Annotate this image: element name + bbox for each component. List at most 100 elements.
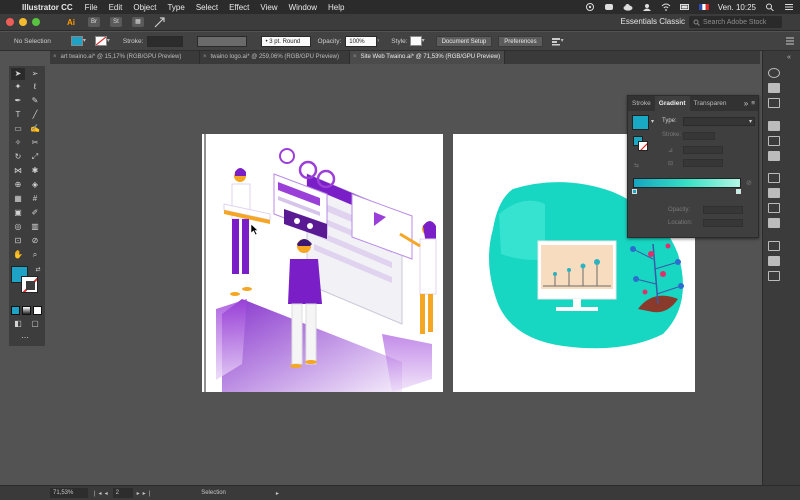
curvature-tool-icon[interactable]: ✎ [28,95,42,107]
artboard-1[interactable] [202,134,443,392]
swap-fill-stroke-icon[interactable]: ⇄ [31,264,45,276]
menu-select[interactable]: Select [196,3,218,12]
close-tab-icon[interactable]: × [353,51,357,64]
stroke-panel-icon[interactable] [768,121,780,131]
minimize-window-button[interactable] [19,18,27,26]
reverse-gradient-icon[interactable]: ⇆ [634,162,639,169]
spotlight-icon[interactable] [765,3,775,11]
collapse-dock-icon[interactable]: « [787,54,791,61]
tab-transparency[interactable]: Transparen [690,96,731,111]
menu-effect[interactable]: Effect [229,3,249,12]
perspective-grid-tool-icon[interactable]: ▦ [11,193,25,205]
app-menu[interactable]: Illustrator CC [22,3,73,12]
symbols-icon[interactable] [768,203,780,213]
french-flag-icon[interactable] [698,3,709,11]
rectangle-tool-icon[interactable]: ▭ [11,123,25,135]
edit-toolbar-icon[interactable]: ⋯ [18,332,32,344]
maximize-window-button[interactable] [32,18,40,26]
chevron-down-icon[interactable]: ▾ [651,118,654,125]
arrange-icon[interactable] [551,37,561,46]
stroke-gradient-options[interactable] [683,132,715,140]
gradient-stop-start[interactable] [632,189,637,194]
stroke-color-swatch[interactable] [94,36,107,46]
angle-field[interactable] [683,146,723,154]
gradient-stop-end[interactable] [736,189,741,194]
tab-gradient[interactable]: Gradient [654,96,690,111]
appearance-panel-icon[interactable] [768,173,780,183]
fill-color-swatch[interactable] [70,36,83,46]
line-segment-tool-icon[interactable]: ╱ [28,109,42,121]
wifi-icon[interactable] [661,3,671,11]
stroke-weight-field[interactable] [147,35,184,47]
artboards-panel-icon[interactable] [768,256,780,266]
menu-window[interactable]: Window [289,3,317,12]
selection-tool-icon[interactable]: ➤ [11,68,25,80]
bridge-button[interactable]: Br [88,17,100,27]
tab-art-twaino[interactable]: × art twaino.ai* @ 15,17% (RGB/GPU Previe… [50,51,200,64]
zoom-tool-icon[interactable]: ⌕ [28,249,42,261]
slice-tool-icon[interactable]: ⊘ [28,235,42,247]
gradient-preview-swatch[interactable] [632,115,649,130]
brush-definition-field[interactable]: • 3 pt. Round [261,35,312,47]
clock[interactable]: Ven. 10:25 [718,3,756,12]
magic-wand-tool-icon[interactable]: ✦ [11,81,25,93]
graphic-style-swatch[interactable] [409,36,422,46]
stock-button[interactable]: St [110,17,122,27]
cloud-icon[interactable] [623,3,633,11]
align-panel-icon[interactable] [768,271,780,281]
gradient-opacity-field[interactable] [703,206,743,214]
battery-icon[interactable] [679,3,690,11]
blend-tool-icon[interactable]: ◎ [11,221,25,233]
gradient-panel-icon[interactable] [768,136,780,146]
scale-tool-icon[interactable]: ⤢ [28,151,42,163]
menu-edit[interactable]: Edit [109,3,123,12]
none-mode-button[interactable] [33,306,42,315]
variable-width-profile-field[interactable] [197,35,248,47]
puppet-warp-tool-icon[interactable]: ✱ [28,165,42,177]
first-artboard-icon[interactable]: |◂◂ [94,490,111,497]
eyedropper-tool-icon[interactable]: ✐ [28,207,42,219]
graphic-styles-icon[interactable] [768,188,780,198]
artboard-number-field[interactable]: 2 [112,488,133,498]
chevron-down-icon[interactable]: ▾ [561,36,569,46]
gradient-type-select[interactable]: ▾ [683,117,755,126]
document-setup-button[interactable]: Document Setup [435,35,493,47]
shaper-tool-icon[interactable]: ✧ [11,137,25,149]
eraser-tool-icon[interactable]: ✂ [28,137,42,149]
panel-menu-icon[interactable] [786,37,794,45]
chevron-down-icon[interactable]: ▾ [422,36,430,46]
chevron-right-icon[interactable]: › [377,36,385,46]
panel-menu-icon[interactable]: ≡ [751,100,758,107]
layers-panel-icon[interactable] [768,241,780,251]
panel-expand-icon[interactable]: » [744,99,751,108]
menu-object[interactable]: Object [133,3,156,12]
delete-stop-icon[interactable]: ⊘ [746,179,752,187]
graph-tool-icon[interactable]: ▥ [28,221,42,233]
zoom-level-field[interactable]: 71,53% [50,488,88,498]
notification-center-icon[interactable] [784,3,794,11]
chevron-down-icon[interactable]: ▾ [83,36,91,46]
gradient-slider[interactable] [633,178,741,188]
tab-stroke[interactable]: Stroke [628,96,655,111]
gpu-performance-icon[interactable] [154,16,165,28]
angle-icon[interactable]: ⊿ [668,147,673,154]
color-guide-icon[interactable] [768,83,780,93]
gradient-mode-button[interactable] [22,306,31,315]
menu-help[interactable]: Help [328,3,344,12]
lasso-tool-icon[interactable]: ℓ [28,81,42,93]
user-icon[interactable] [642,3,652,11]
tag-icon[interactable] [604,3,614,11]
change-screen-mode-icon[interactable]: ▢ [28,318,42,330]
opacity-field[interactable]: 100% [345,35,378,47]
paintbrush-tool-icon[interactable]: ✍ [28,123,42,135]
color-mode-button[interactable] [11,306,20,315]
stroke-swatch[interactable] [21,276,38,293]
menu-file[interactable]: File [85,3,98,12]
live-paint-tool-icon[interactable]: ◈ [28,179,42,191]
creative-cloud-icon[interactable] [585,3,595,11]
pen-tool-icon[interactable]: ✒ [11,95,25,107]
gradient-location-field[interactable] [703,219,743,227]
close-tab-icon[interactable]: × [203,51,207,64]
aspect-ratio-field[interactable] [683,159,723,167]
shape-builder-tool-icon[interactable]: ⊕ [11,179,25,191]
